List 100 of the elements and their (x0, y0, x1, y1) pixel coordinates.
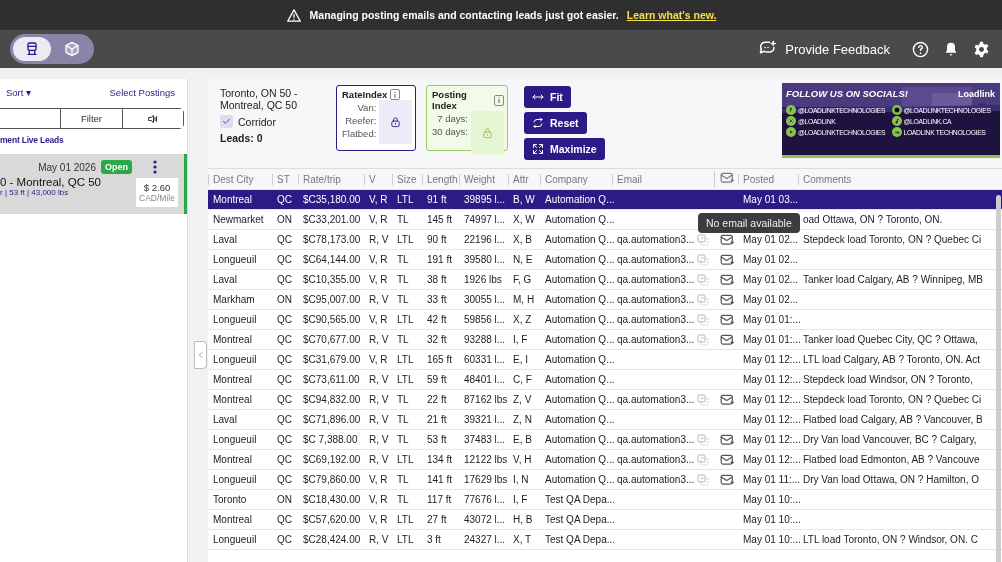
company-cell-text: Automation Q... (544, 414, 612, 425)
expand-icon (532, 143, 544, 155)
column-header[interactable]: Size (392, 173, 422, 185)
column-header[interactable]: Length (422, 173, 459, 185)
posted-cell-text: May 01 02... (742, 234, 798, 245)
length-cell-text: 21 ft (426, 414, 448, 425)
corridor-checkbox[interactable] (220, 115, 233, 128)
state-cell-text: QC (276, 274, 293, 285)
mode-button[interactable] (13, 37, 51, 61)
social-icon[interactable] (891, 116, 902, 126)
size-cell-text: LTL (396, 374, 415, 385)
vehicle-cell-text: V, R (368, 354, 389, 365)
company-cell-text: Automation Q... (544, 234, 612, 245)
rate-cell-text: $C94,832.00 (302, 394, 362, 405)
rate-cell-text: $C33,201.00 (302, 214, 362, 225)
vehicle-cell-text: R, V (368, 394, 390, 405)
company-cell-text: Automation Q... (544, 334, 612, 345)
weight-cell-text: 87162 lbs (463, 394, 508, 405)
state-cell-text: ON (276, 494, 293, 505)
column-header[interactable]: Company (540, 173, 612, 185)
length-cell-text: 38 ft (426, 274, 448, 285)
city-cell-text: Longueuil (212, 434, 258, 445)
learn-more-link[interactable]: Learn what's new. (626, 9, 717, 21)
section-title: ment Live Leads (0, 134, 65, 145)
fit-button[interactable]: Fit (524, 86, 571, 108)
bell-icon[interactable] (943, 40, 959, 58)
scrollbar[interactable] (996, 195, 1001, 562)
length-cell-text: 117 ft (426, 494, 453, 505)
rate-cell-text: $C18,430.00 (302, 494, 362, 505)
rate-cell-text: $C64,144.00 (302, 254, 362, 265)
column-header[interactable]: Email (612, 173, 692, 185)
vehicle-cell-text: V, R (368, 194, 389, 205)
attribute-cell-text: I, N (512, 474, 530, 485)
social-icon[interactable] (786, 116, 796, 126)
weight-cell-text: 24327 l... (463, 534, 507, 545)
attribute-cell-text: X, W (512, 214, 536, 225)
size-cell-text: LTL (396, 534, 415, 545)
help-icon (912, 40, 929, 58)
settings-icon[interactable] (973, 40, 990, 58)
attribute-cell-text: E, I (512, 354, 529, 365)
rate-cell-text: $C73,611.00 (302, 374, 361, 385)
maximize-button[interactable]: Maximize (524, 138, 605, 160)
social-icon[interactable] (891, 127, 902, 137)
posted-cell-text: May 01 01:... (742, 314, 798, 325)
attribute-cell-text: Z, V (512, 394, 533, 405)
company-cell-text: Automation Q... (544, 214, 612, 225)
social-icon[interactable] (786, 105, 796, 115)
size-cell-text: TL (396, 474, 410, 485)
rate-cell-text: $C57,620.00 (302, 514, 362, 525)
weight-cell-text: 17629 lbs (463, 474, 508, 485)
info-icon[interactable] (494, 94, 504, 106)
column-header[interactable]: Posted (738, 173, 798, 185)
rate-cell-text: $C35,180.00 (302, 194, 362, 205)
length-cell-text: 134 ft (426, 454, 454, 465)
reset-button[interactable]: Reset (524, 112, 587, 134)
column-header[interactable]: ST (272, 173, 298, 185)
comment-cell-text: Tanker load Calgary, AB ? Winnipeg, MB (802, 274, 984, 285)
mode-toggle[interactable] (10, 34, 94, 64)
company-cell-text: Automation Q... (544, 374, 612, 385)
posting-card[interactable]: May 01 2026 Open 0 - Montreal, QC 50 r | 53 ft | 43,000 lbs $ 2.60 CAD/Mile (0, 154, 187, 214)
envelope-icon (719, 472, 735, 487)
envelope-icon (719, 392, 735, 407)
state-cell-text: QC (276, 354, 293, 365)
collapse-button[interactable] (194, 341, 207, 369)
weight-cell-text: 59856 l... (463, 314, 507, 325)
rate-cell-text: $C28,424.00 (302, 534, 362, 545)
sound-button[interactable] (121, 109, 183, 128)
column-header[interactable]: V (364, 173, 392, 185)
length-cell-text: 59 ft (426, 374, 448, 385)
feedback-button[interactable]: Provide Feedback (759, 40, 890, 58)
refresh-icon (532, 117, 544, 129)
status-badge: Open (101, 160, 132, 174)
social-icon[interactable] (891, 105, 902, 115)
length-cell-text: 33 ft (426, 294, 448, 305)
posted-cell-text: May 01 12:... (742, 454, 798, 465)
state-cell-text: QC (276, 534, 293, 545)
company-cell-text: Automation Q... (544, 254, 612, 265)
city-cell-text: Montreal (212, 374, 253, 385)
column-header[interactable]: Attr (508, 173, 540, 185)
social-icon[interactable] (786, 127, 796, 137)
length-cell-text: 42 ft (426, 314, 448, 325)
posted-cell-text: May 01 10:... (742, 534, 798, 545)
envelope-icon (719, 432, 735, 447)
state-cell-text: QC (276, 314, 293, 325)
column-header[interactable]: Weight (459, 173, 508, 185)
comment-cell-text: oad Ottawa, ON ? Toronto, ON. (802, 214, 944, 225)
city-cell-text: Montreal (212, 454, 253, 465)
column-header[interactable]: Comments (798, 173, 1002, 185)
more-icon[interactable] (153, 160, 157, 174)
rate-cell-text: $C90,565.00 (302, 314, 362, 325)
sort-dropdown[interactable]: Sort ▾ (6, 87, 32, 98)
column-header[interactable]: Rate/trip (298, 173, 364, 185)
length-cell-text: 191 ft (426, 254, 454, 265)
size-cell-text: TL (396, 254, 410, 265)
length-cell-text: 22 ft (426, 394, 448, 405)
envelope-icon (719, 272, 735, 287)
table-row[interactable]: Montreal QC $C35,180.00 V, R LTL 91 ft 39895 l... B, W Automation Q... May 01 03... (208, 190, 1002, 210)
select-postings-link[interactable]: Select Postings (109, 87, 175, 98)
rate-cell-text: $C71,896.00 (302, 414, 362, 425)
column-header[interactable]: Dest City (208, 173, 272, 185)
